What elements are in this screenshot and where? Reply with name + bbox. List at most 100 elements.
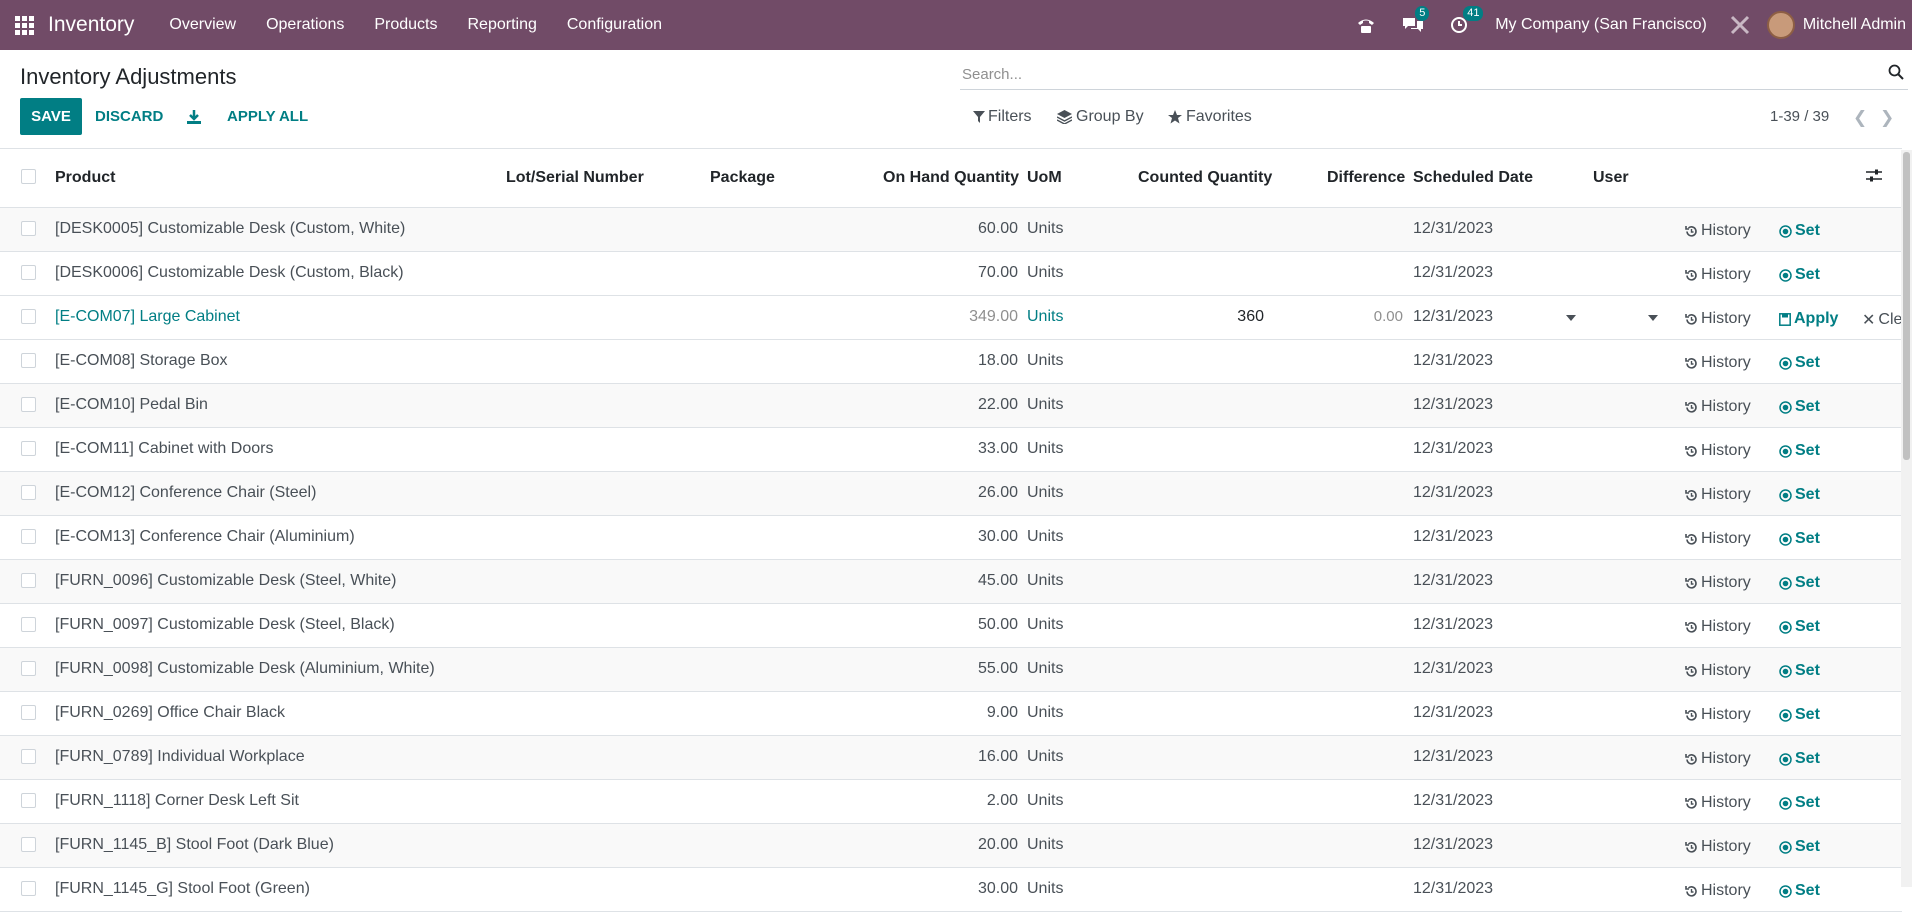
table-row[interactable]: [FURN_1145_B] Stool Foot (Dark Blue) 20.0…: [0, 824, 1902, 868]
download-icon[interactable]: [186, 98, 202, 135]
activities-clock-icon[interactable]: 41: [1450, 6, 1484, 34]
row-checkbox[interactable]: [21, 441, 36, 456]
save-button[interactable]: SAVE: [20, 98, 82, 135]
user-menu[interactable]: Mitchell Admin: [1803, 16, 1906, 34]
history-button[interactable]: History: [1685, 662, 1751, 680]
history-button[interactable]: History: [1685, 222, 1751, 240]
table-row[interactable]: [DESK0005] Customizable Desk (Custom, Wh…: [0, 208, 1902, 252]
table-row[interactable]: [FURN_0097] Customizable Desk (Steel, Bl…: [0, 604, 1902, 648]
scheduled-date[interactable]: 12/31/2023: [1413, 836, 1493, 854]
menu-reporting[interactable]: Reporting: [467, 16, 536, 34]
product-name[interactable]: [E-COM10] Pedal Bin: [55, 396, 208, 414]
scrollbar-thumb[interactable]: [1903, 152, 1910, 460]
history-button[interactable]: History: [1685, 442, 1751, 460]
history-button[interactable]: History: [1685, 530, 1751, 548]
product-name[interactable]: [DESK0006] Customizable Desk (Custom, Bl…: [55, 264, 404, 282]
col-counted[interactable]: Counted Quantity: [1138, 169, 1272, 187]
col-user[interactable]: User: [1593, 169, 1629, 187]
apps-menu-icon[interactable]: [0, 0, 48, 50]
scheduled-date[interactable]: 12/31/2023: [1413, 572, 1493, 590]
row-checkbox[interactable]: [21, 617, 36, 632]
scheduled-date[interactable]: 12/31/2023: [1413, 792, 1493, 810]
user-avatar[interactable]: [1766, 11, 1795, 39]
user-dropdown-icon[interactable]: [1648, 315, 1658, 321]
scheduled-date[interactable]: 12/31/2023: [1413, 748, 1493, 766]
product-name[interactable]: [FURN_0098] Customizable Desk (Aluminium…: [55, 660, 435, 678]
table-row[interactable]: [FURN_0789] Individual Workplace 16.00 Uni…: [0, 736, 1902, 780]
history-button[interactable]: History: [1685, 486, 1751, 504]
table-row[interactable]: [E-COM10] Pedal Bin 22.00 Units 12/31/2023 H…: [0, 384, 1902, 428]
product-name[interactable]: [FURN_0096] Customizable Desk (Steel, Wh…: [55, 572, 396, 590]
phone-icon[interactable]: [1356, 16, 1376, 34]
scheduled-date[interactable]: 12/31/2023: [1413, 220, 1493, 238]
table-row[interactable]: [E-COM12] Conference Chair (Steel) 26.00 U…: [0, 472, 1902, 516]
table-row[interactable]: [FURN_1145_G] Stool Foot (Green) 30.00 Uni…: [0, 868, 1902, 912]
set-button[interactable]: Set: [1779, 618, 1820, 636]
row-checkbox[interactable]: [21, 749, 36, 764]
col-on-hand[interactable]: On Hand Quantity: [883, 169, 1019, 187]
row-checkbox[interactable]: [21, 837, 36, 852]
app-name[interactable]: Inventory: [48, 13, 134, 37]
table-row[interactable]: [E-COM07] Large Cabinet 349.00 Units 360 0.0…: [0, 296, 1902, 340]
set-button[interactable]: Set: [1779, 354, 1820, 372]
menu-products[interactable]: Products: [374, 16, 437, 34]
product-name[interactable]: [FURN_0789] Individual Workplace: [55, 748, 305, 766]
clear-button[interactable]: ✕ Cle: [1862, 310, 1902, 330]
col-product[interactable]: Product: [55, 169, 115, 187]
history-button[interactable]: History: [1685, 310, 1751, 328]
select-all-checkbox[interactable]: [21, 169, 36, 184]
search-input[interactable]: Search...: [962, 66, 1022, 83]
scheduled-date[interactable]: 12/31/2023: [1413, 440, 1493, 458]
scheduled-date-dropdown-icon[interactable]: [1566, 315, 1576, 321]
product-name[interactable]: [E-COM08] Storage Box: [55, 352, 228, 370]
scheduled-date[interactable]: 12/31/2023: [1413, 528, 1493, 546]
set-button[interactable]: Set: [1779, 882, 1820, 900]
menu-configuration[interactable]: Configuration: [567, 16, 662, 34]
pager-value[interactable]: 1-39 / 39: [1770, 108, 1829, 125]
set-button[interactable]: Set: [1779, 662, 1820, 680]
scheduled-date[interactable]: 12/31/2023: [1413, 660, 1493, 678]
menu-overview[interactable]: Overview: [169, 16, 236, 34]
scheduled-date[interactable]: 12/31/2023: [1413, 308, 1493, 326]
column-settings-icon[interactable]: [1866, 169, 1882, 188]
product-name[interactable]: [E-COM13] Conference Chair (Aluminium): [55, 528, 355, 546]
row-checkbox[interactable]: [21, 221, 36, 236]
history-button[interactable]: History: [1685, 882, 1751, 900]
search-icon[interactable]: [1888, 64, 1904, 85]
col-lot-serial[interactable]: Lot/Serial Number: [506, 169, 644, 187]
row-checkbox[interactable]: [21, 661, 36, 676]
set-button[interactable]: Set: [1779, 266, 1820, 284]
set-button[interactable]: Set: [1779, 574, 1820, 592]
set-button[interactable]: Set: [1779, 838, 1820, 856]
history-button[interactable]: History: [1685, 398, 1751, 416]
search-bar[interactable]: Search...: [960, 60, 1908, 90]
history-button[interactable]: History: [1685, 750, 1751, 768]
set-button[interactable]: Set: [1779, 530, 1820, 548]
scheduled-date[interactable]: 12/31/2023: [1413, 484, 1493, 502]
table-row[interactable]: [FURN_0269] Office Chair Black 9.00 Units 1…: [0, 692, 1902, 736]
counted-quantity-input[interactable]: 360: [1237, 308, 1264, 326]
product-name[interactable]: [FURN_0269] Office Chair Black: [55, 704, 285, 722]
table-row[interactable]: [FURN_0098] Customizable Desk (Aluminium…: [0, 648, 1902, 692]
history-button[interactable]: History: [1685, 354, 1751, 372]
row-checkbox[interactable]: [21, 309, 36, 324]
apply-button[interactable]: Apply: [1779, 310, 1838, 328]
col-scheduled-date[interactable]: Scheduled Date: [1413, 169, 1533, 187]
history-button[interactable]: History: [1685, 266, 1751, 284]
messages-icon[interactable]: 5: [1402, 6, 1430, 34]
row-checkbox[interactable]: [21, 881, 36, 896]
history-button[interactable]: History: [1685, 574, 1751, 592]
debug-tools-icon[interactable]: [1729, 14, 1751, 36]
product-name[interactable]: [FURN_0097] Customizable Desk (Steel, Bl…: [55, 616, 395, 634]
history-button[interactable]: History: [1685, 706, 1751, 724]
table-row[interactable]: [FURN_1118] Corner Desk Left Sit 2.00 Unit…: [0, 780, 1902, 824]
filters-toggle[interactable]: Filters: [973, 108, 1032, 126]
product-name[interactable]: [E-COM12] Conference Chair (Steel): [55, 484, 316, 502]
row-checkbox[interactable]: [21, 485, 36, 500]
set-button[interactable]: Set: [1779, 794, 1820, 812]
row-checkbox[interactable]: [21, 573, 36, 588]
company-switcher[interactable]: My Company (San Francisco): [1495, 16, 1707, 34]
table-row[interactable]: [E-COM13] Conference Chair (Aluminium) 30…: [0, 516, 1902, 560]
product-name[interactable]: [FURN_1145_B] Stool Foot (Dark Blue): [55, 836, 334, 854]
product-name[interactable]: [FURN_1118] Corner Desk Left Sit: [55, 792, 299, 810]
